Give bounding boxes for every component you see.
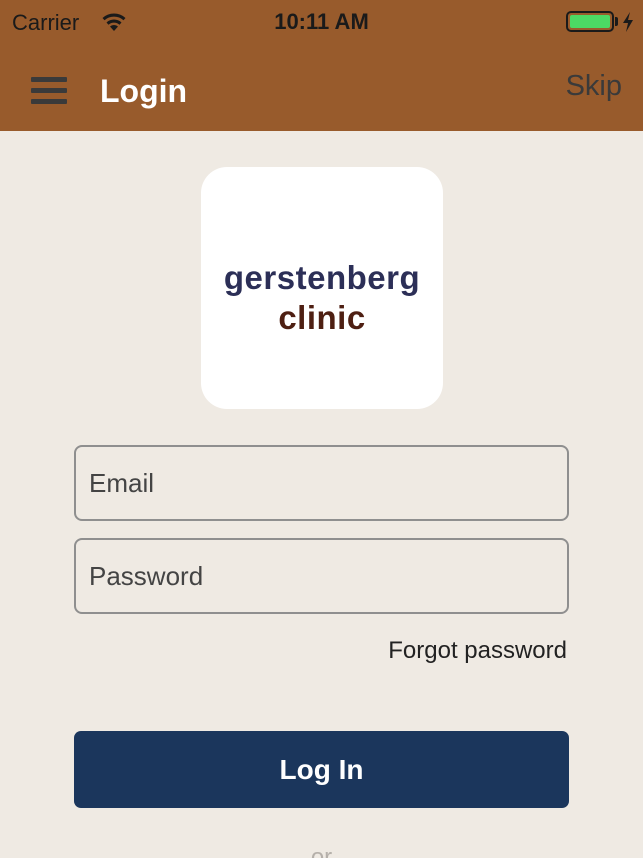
or-divider: or [310, 844, 333, 858]
status-bar: Carrier 10:11 AM [0, 0, 643, 44]
battery-tip [615, 17, 618, 26]
charging-bolt-icon [623, 12, 633, 32]
email-field[interactable] [74, 445, 569, 521]
login-button[interactable]: Log In [74, 731, 569, 808]
skip-button[interactable]: Skip [566, 70, 622, 103]
hamburger-menu-icon[interactable] [31, 77, 67, 105]
logo-text-line1: gerstenberg [223, 259, 421, 296]
status-time: 10:11 AM [274, 9, 369, 34]
battery-icon [566, 11, 614, 32]
page-title: Login [100, 73, 188, 109]
navigation-bar: Login Skip [0, 44, 643, 131]
logo-text-line2: clinic [278, 299, 366, 336]
password-field[interactable] [74, 538, 569, 614]
forgot-password-link[interactable]: Forgot password [388, 637, 567, 665]
top-bar: Carrier 10:11 AM Login Skip [0, 0, 643, 131]
clinic-logo: gerstenberg clinic [201, 167, 443, 409]
